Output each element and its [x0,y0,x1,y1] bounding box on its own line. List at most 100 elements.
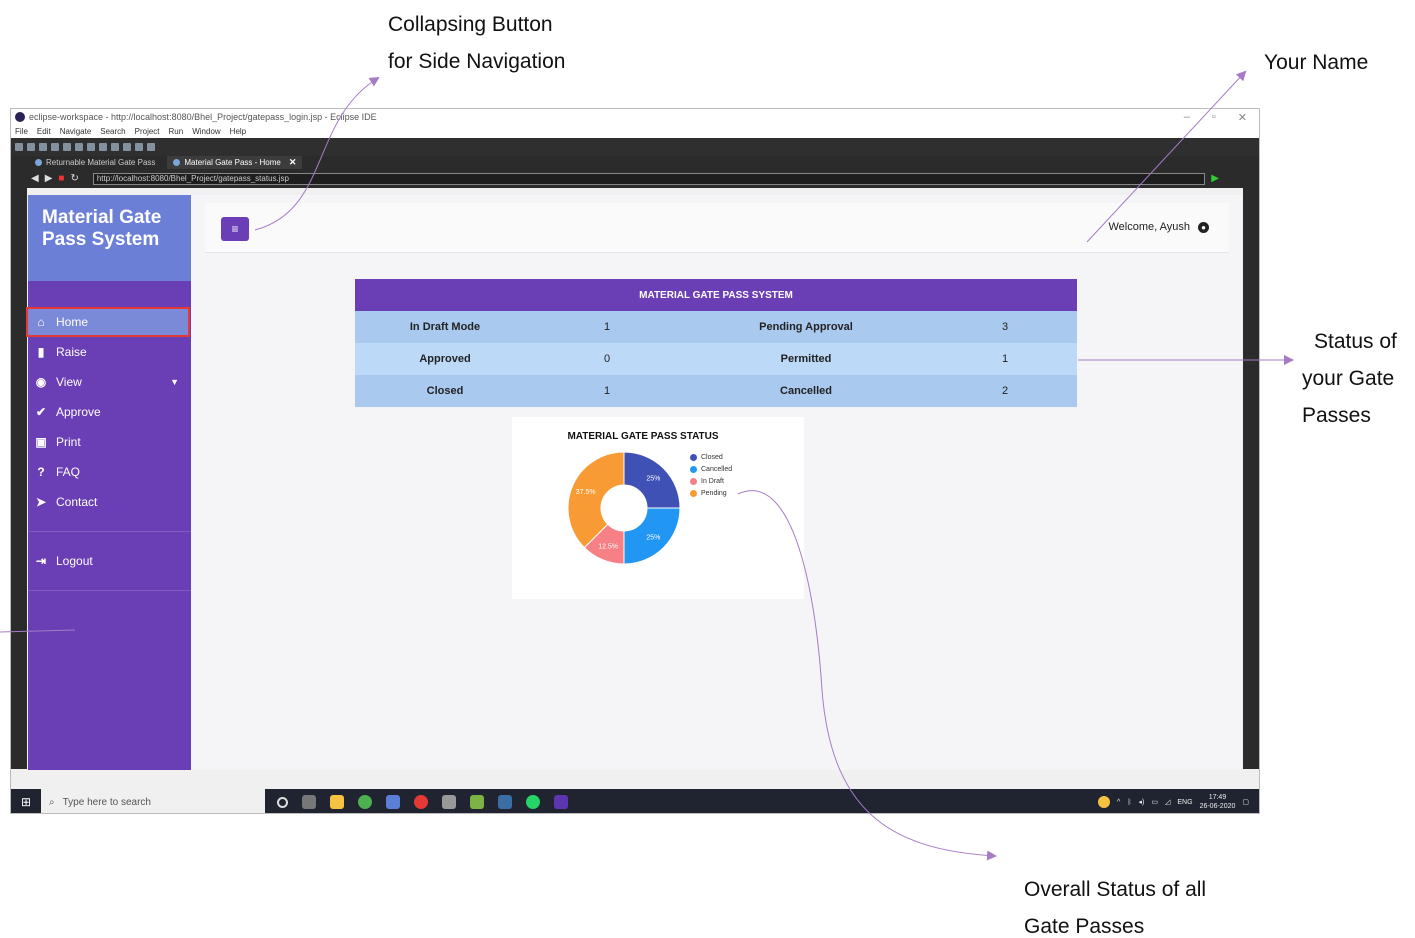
legend-item[interactable]: In Draft [690,475,732,487]
toolbar-icon[interactable] [87,143,95,151]
back-icon[interactable]: ◀ [31,173,39,184]
close-window-icon[interactable]: ✕ [1238,111,1247,124]
toolbar-icon[interactable] [15,143,23,151]
menu-navigate[interactable]: Navigate [60,127,92,136]
menu-edit[interactable]: Edit [37,127,51,136]
table-header-row: MATERIAL GATE PASS SYSTEM [355,279,1077,311]
legend-label: In Draft [701,477,724,485]
menu-search[interactable]: Search [100,127,125,136]
toolbar-icon[interactable] [27,143,35,151]
table-row: In Draft Mode 1 Pending Approval 3 [355,311,1077,343]
camera-icon[interactable] [442,795,456,809]
nav-item-view[interactable]: ◉ View ▼ [28,367,191,397]
window-title: eclipse-workspace - http://localhost:808… [29,112,377,122]
taskbar-search[interactable]: ⌕ Type here to search [41,789,265,813]
table-cell-value: 1 [1001,353,1009,365]
toolbar-icon[interactable] [147,143,155,151]
menu-help[interactable]: Help [230,127,246,136]
toolbar-icon[interactable] [135,143,143,151]
nav-item-faq[interactable]: ? FAQ [28,457,191,487]
chart-legend: Closed Cancelled In Draft Pending [690,451,732,499]
url-input[interactable] [92,172,1206,185]
annotation-overall-line2: Gate Passes [1024,915,1145,938]
nav-list: ⌂ Home ▮ Raise ◉ View ▼ ✔ Approve ▣ Prin… [26,281,191,591]
app-icon[interactable] [470,795,484,809]
annotation-status-line3: Passes [1302,404,1371,427]
nav-item-logout[interactable]: ⇥ Logout [28,546,191,576]
nav-item-approve[interactable]: ✔ Approve [28,397,191,427]
toolbar-icon[interactable] [111,143,119,151]
legend-item[interactable]: Pending [690,487,732,499]
app-icon[interactable] [414,795,428,809]
go-icon[interactable]: ▶ [1211,173,1219,184]
table-header: MATERIAL GATE PASS SYSTEM [639,289,793,301]
wifi-icon[interactable]: ◿ [1165,798,1170,806]
eclipse-taskbar-icon[interactable] [554,795,568,809]
send-icon: ➤ [35,495,47,509]
donut-slice-label: 37.5% [576,489,596,496]
volume-icon[interactable]: ◂) [1139,798,1145,806]
nav-item-label: FAQ [56,465,81,479]
main-content: ≡ Welcome, Ayush ● MATERIAL GATE PASS SY… [191,195,1242,770]
menu-window[interactable]: Window [192,127,220,136]
status-table: MATERIAL GATE PASS SYSTEM In Draft Mode … [355,279,1077,407]
globe-icon [173,159,181,166]
table-cell-label: Approved [419,353,471,365]
language-indicator[interactable]: ENG [1177,799,1192,806]
windows-start-icon[interactable]: ⊞ [11,789,41,813]
table-row: Closed 1 Cancelled 2 [355,375,1077,407]
welcome-user[interactable]: Welcome, Ayush ● [1108,221,1209,233]
sidebar-collapse-button[interactable]: ≡ [221,217,249,241]
bluetooth-icon[interactable]: ᛒ [1127,799,1131,806]
network-icon[interactable]: ▭ [1151,798,1158,806]
nav-item-label: View [56,375,82,389]
refresh-icon[interactable]: ↻ [70,173,78,184]
notification-icon[interactable]: ▢ [1242,798,1249,806]
caret-down-icon: ▼ [170,377,179,387]
whatsapp-icon[interactable] [526,795,540,809]
clock[interactable]: 17:49 26-06-2020 [1200,793,1236,811]
side-navigation: Material Gate Pass System ⌂ Home ▮ Raise… [26,195,191,770]
window-controls: – ▫ ✕ [1184,111,1259,124]
app-icon[interactable] [386,795,400,809]
donut-slice-label: 25% [646,534,660,541]
legend-item[interactable]: Cancelled [690,463,732,475]
menu-file[interactable]: File [15,127,28,136]
menu-project[interactable]: Project [135,127,160,136]
nav-item-raise[interactable]: ▮ Raise [28,337,191,367]
toolbar-icon[interactable] [123,143,131,151]
nav-item-print[interactable]: ▣ Print [28,427,191,457]
forward-icon[interactable]: ▶ [45,173,53,184]
toolbar-icon[interactable] [39,143,47,151]
tab-label: Returnable Material Gate Pass [46,158,156,167]
app-icon[interactable] [498,795,512,809]
table-cell-value: 3 [1001,321,1009,333]
legend-swatch [690,477,697,485]
annotation-collapse: Collapsing Button for Side Navigation [388,6,565,80]
toolbar-icon[interactable] [75,143,83,151]
cortana-icon[interactable] [277,796,288,808]
menu-run[interactable]: Run [169,127,184,136]
annotation-status-line2: your Gate [1302,367,1395,390]
toolbar-icon[interactable] [99,143,107,151]
tab-gate-pass-home[interactable]: Material Gate Pass - Home ✕ [167,156,303,169]
chrome-icon[interactable] [358,795,372,809]
nav-item-home[interactable]: ⌂ Home [26,307,190,337]
task-view-icon[interactable] [302,795,316,809]
help-icon[interactable] [1098,796,1111,808]
menu-bar: File Edit Navigate Search Project Run Wi… [11,125,1259,138]
donut-slice-label: 25% [646,476,660,483]
chevron-up-icon[interactable]: ^ [1117,799,1120,806]
toolbar-icon[interactable] [51,143,59,151]
minimize-icon[interactable]: – [1184,111,1190,124]
toolbar-icon[interactable] [63,143,71,151]
nav-item-contact[interactable]: ➤ Contact [28,487,191,517]
file-explorer-icon[interactable] [330,795,344,809]
stop-icon[interactable]: ■ [58,173,64,184]
restore-icon[interactable]: ▫ [1212,111,1216,124]
tab-returnable-gate-pass[interactable]: Returnable Material Gate Pass [29,156,161,169]
left-trim [11,169,27,769]
table-cell-value: 2 [1001,385,1009,397]
legend-item[interactable]: Closed [690,451,732,463]
close-tab-icon[interactable]: ✕ [289,157,297,168]
